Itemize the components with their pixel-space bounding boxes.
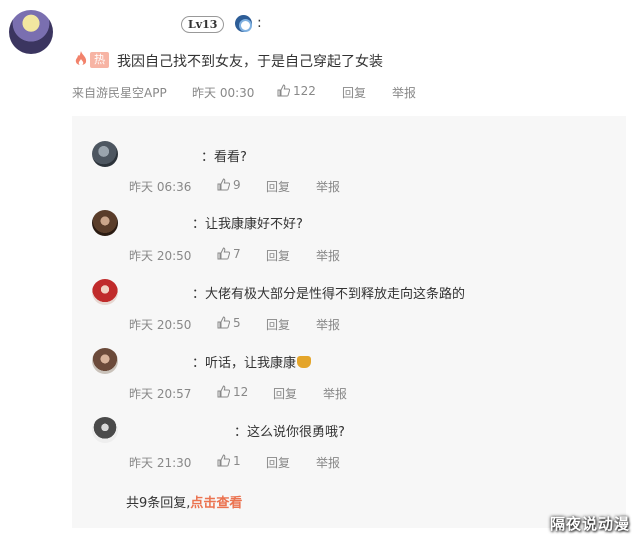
avatar[interactable] <box>92 210 118 236</box>
post-time: 昨天 00:30 <box>192 86 255 100</box>
view-all-link[interactable]: 点击查看 <box>190 496 242 511</box>
report-button[interactable]: 举报 <box>323 385 347 402</box>
avatar[interactable] <box>92 141 118 167</box>
reply-text: ：这么说你很勇哦? <box>234 425 345 440</box>
report-button[interactable]: 举报 <box>316 247 340 264</box>
report-button[interactable]: 举报 <box>316 454 340 471</box>
like-button[interactable]: 122 <box>277 84 316 98</box>
reply-button[interactable]: 回复 <box>266 454 290 471</box>
report-button[interactable]: 举报 <box>316 316 340 333</box>
avatar[interactable] <box>92 348 118 374</box>
avatar[interactable] <box>92 279 118 305</box>
reply-button[interactable]: 回复 <box>273 385 297 402</box>
verified-icon <box>235 15 252 32</box>
reply-button[interactable]: 回复 <box>266 316 290 333</box>
reply-button[interactable]: 回复 <box>342 84 366 101</box>
reply-count-text: 共9条回复, <box>126 496 191 511</box>
like-button[interactable]: 9 <box>217 178 241 192</box>
hot-tag: 热 <box>90 52 109 68</box>
reply-meta: 昨天 20:50 5 回复 举报 <box>129 316 389 332</box>
reply-count-footer: 共9条回复,点击查看 <box>126 492 242 511</box>
like-button[interactable]: 7 <box>217 247 241 261</box>
report-button[interactable]: 举报 <box>392 84 416 101</box>
like-button[interactable]: 5 <box>217 316 241 330</box>
reply-time: 昨天 21:30 <box>129 456 192 470</box>
post-text: 我因自己找不到女友，于是自己穿起了女装 <box>117 54 383 70</box>
reply-meta: 昨天 20:50 7 回复 举报 <box>129 247 389 263</box>
avatar[interactable] <box>9 10 53 54</box>
like-count: 122 <box>293 84 316 98</box>
level-badge: Lv13 <box>181 16 225 33</box>
username-colon: : <box>257 15 262 31</box>
reply-time: 昨天 06:36 <box>129 180 192 194</box>
avatar[interactable] <box>92 417 118 443</box>
reply-meta: 昨天 06:36 9 回复 举报 <box>129 178 389 194</box>
reply-time: 昨天 20:57 <box>129 387 192 401</box>
like-button[interactable]: 12 <box>217 385 248 399</box>
flame-icon <box>75 51 87 66</box>
post-source[interactable]: 来自游民星空APP <box>72 84 167 101</box>
reply-text: ：大佬有极大部分是性得不到释放走向这条路的 <box>192 287 466 302</box>
thumbs-up-icon <box>217 316 230 329</box>
reply-button[interactable]: 回复 <box>266 247 290 264</box>
coffee-emoji-icon <box>297 356 312 368</box>
reply-time: 昨天 20:50 <box>129 249 192 263</box>
thumbs-up-icon <box>217 454 230 467</box>
like-button[interactable]: 1 <box>217 454 241 468</box>
reply-time: 昨天 20:50 <box>129 318 192 332</box>
like-count: 12 <box>233 385 249 399</box>
post-meta: 来自游民星空APP 昨天 00:30 122 回复 举报 <box>72 84 472 100</box>
reply-text: ：看看? <box>201 150 247 165</box>
like-count: 1 <box>233 454 241 468</box>
thumbs-up-icon <box>217 178 230 191</box>
thumbs-up-icon <box>277 84 290 97</box>
reply-text: ：让我康康好不好? <box>192 217 303 232</box>
thumbs-up-icon <box>217 385 230 398</box>
reply-meta: 昨天 20:57 12 回复 举报 <box>129 385 389 401</box>
like-count: 7 <box>233 247 241 261</box>
thumbs-up-icon <box>217 247 230 260</box>
watermark: 隔夜说动漫 <box>549 515 630 533</box>
like-count: 9 <box>233 178 241 192</box>
report-button[interactable]: 举报 <box>316 178 340 195</box>
reply-button[interactable]: 回复 <box>266 178 290 195</box>
reply-text: ：听话，让我康康 <box>192 352 312 371</box>
reply-meta: 昨天 21:30 1 回复 举报 <box>129 454 389 470</box>
like-count: 5 <box>233 316 241 330</box>
